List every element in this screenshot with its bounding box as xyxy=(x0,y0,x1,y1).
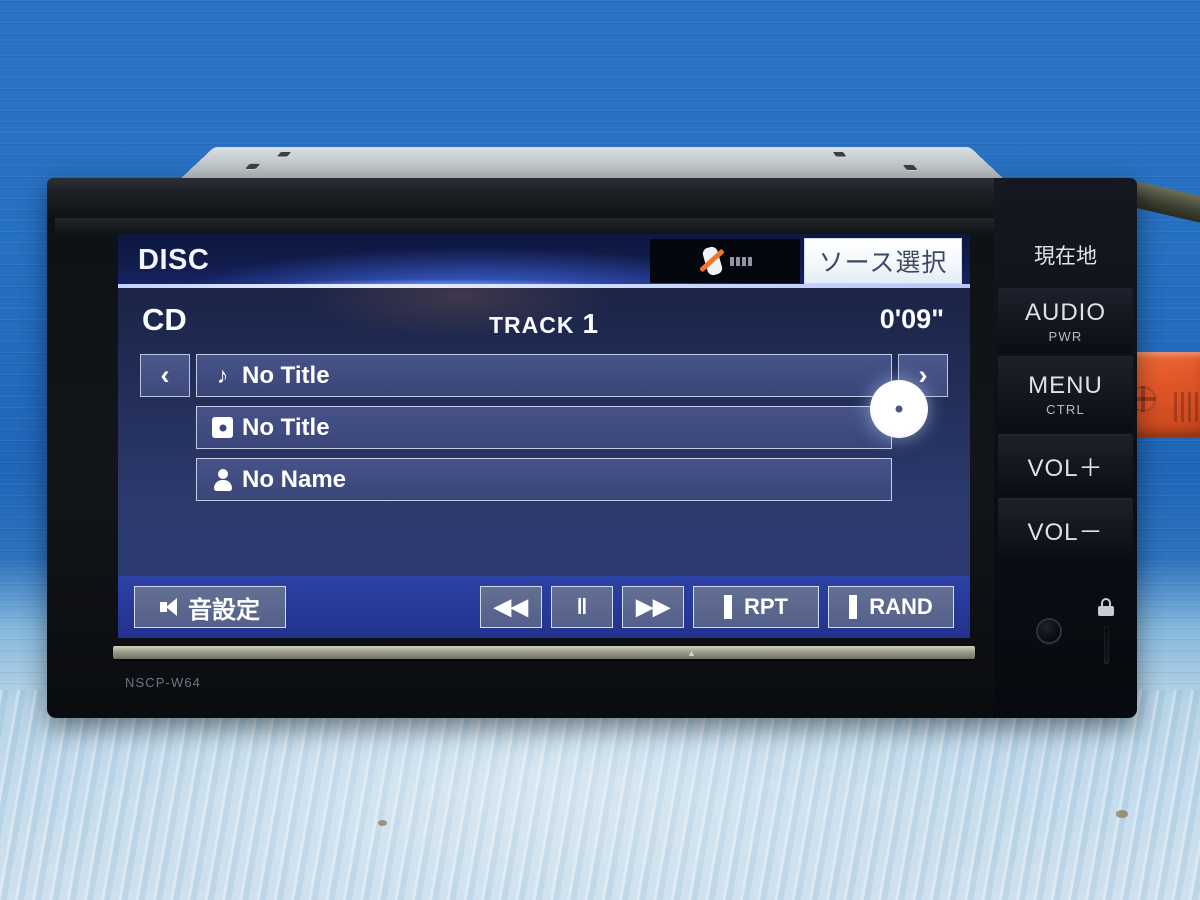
chassis-screw xyxy=(902,164,918,171)
ctrl-sub-label: CTRL xyxy=(1046,402,1085,417)
sound-settings-button[interactable]: 音設定 xyxy=(134,586,286,628)
power-sub-label: PWR xyxy=(1048,329,1083,344)
person-icon xyxy=(211,468,234,491)
track-word: TRACK xyxy=(488,312,575,338)
repeat-label: RPT xyxy=(744,594,788,619)
playback-control-bar: 音設定 ◀◀ ‖ ▶▶ RPT RAND xyxy=(118,576,970,638)
sound-settings-label: 音設定 xyxy=(188,595,260,624)
track-info-rows: ‹ ♪ No Title › No Title No Name xyxy=(118,354,970,501)
current-location-button[interactable]: 現在地 xyxy=(994,224,1137,286)
elapsed-time: 0'09" xyxy=(879,304,944,334)
album-title-row: No Title xyxy=(140,406,948,449)
disc-slot[interactable] xyxy=(113,646,975,659)
fast-forward-button[interactable]: ▶▶ xyxy=(622,586,684,628)
random-state-indicator xyxy=(849,595,858,619)
reset-button-icon[interactable] xyxy=(1036,618,1062,644)
music-note-icon: ♪ xyxy=(216,362,229,388)
debris-speck xyxy=(378,820,387,826)
artist-row: No Name xyxy=(140,458,948,501)
disc-icon xyxy=(211,417,234,438)
hardware-button-panel: 現在地 AUDIO PWR MENU CTRL VOL＋ VOL－ xyxy=(994,178,1137,718)
track-title-value: No Title xyxy=(242,361,330,389)
signal-bars-icon xyxy=(729,256,752,266)
eject-marker-icon: ▲ xyxy=(687,648,696,658)
device-bezel: DISC ソース選択 CD TRACK 1 0'09" ‹ ♪ No Title… xyxy=(47,178,1137,718)
lock-icon xyxy=(1098,598,1114,616)
volume-down-button[interactable]: VOL－ xyxy=(998,498,1133,560)
speaker-icon xyxy=(160,598,181,616)
chassis-screw xyxy=(245,163,261,169)
source-select-button[interactable]: ソース選択 xyxy=(804,238,962,284)
volume-down-label: VOL－ xyxy=(1027,519,1104,546)
volume-up-label: VOL＋ xyxy=(1027,455,1104,482)
disc-icon xyxy=(870,380,928,438)
track-title-field[interactable]: ♪ No Title xyxy=(196,354,892,397)
media-type-label: CD xyxy=(142,302,187,337)
pause-button[interactable]: ‖ xyxy=(551,586,613,628)
repeat-state-indicator xyxy=(724,595,732,619)
chassis-screw xyxy=(276,151,292,157)
metal-chassis-top xyxy=(177,147,1007,182)
model-name-label: NSCP-W64 xyxy=(125,675,201,690)
random-button[interactable]: RAND xyxy=(828,586,954,628)
track-title-row: ‹ ♪ No Title › xyxy=(140,354,948,397)
random-label: RAND xyxy=(869,594,933,619)
artist-value: No Name xyxy=(242,465,347,493)
phone-disconnected-icon xyxy=(698,245,725,277)
artist-field[interactable]: No Name xyxy=(196,458,892,501)
debris-speck xyxy=(1116,810,1128,818)
car-head-unit: DISC ソース選択 CD TRACK 1 0'09" ‹ ♪ No Title… xyxy=(47,147,1137,718)
now-playing-meta: CD TRACK 1 0'09" xyxy=(118,288,970,354)
rewind-button[interactable]: ◀◀ xyxy=(480,586,542,628)
track-number: 1 xyxy=(582,308,600,339)
track-indicator: TRACK 1 xyxy=(489,308,599,340)
repeat-button[interactable]: RPT xyxy=(693,586,819,628)
chassis-screw xyxy=(832,151,847,157)
album-title-value: No Title xyxy=(242,413,330,441)
lcd-screen[interactable]: DISC ソース選択 CD TRACK 1 0'09" ‹ ♪ No Title… xyxy=(118,234,970,638)
menu-button-label: MENU xyxy=(1028,372,1103,399)
security-slot xyxy=(1104,626,1109,664)
previous-track-button[interactable]: ‹ xyxy=(140,354,190,397)
album-title-field[interactable]: No Title xyxy=(196,406,892,449)
audio-power-button[interactable]: AUDIO PWR xyxy=(998,288,1133,354)
menu-ctrl-button[interactable]: MENU CTRL xyxy=(998,356,1133,432)
volume-up-button[interactable]: VOL＋ xyxy=(998,434,1133,496)
screen-body: CD TRACK 1 0'09" ‹ ♪ No Title › No Title… xyxy=(118,288,970,638)
audio-button-label: AUDIO xyxy=(1024,299,1106,326)
screen-header: DISC ソース選択 xyxy=(118,234,970,288)
floor-sheen xyxy=(0,700,1200,900)
